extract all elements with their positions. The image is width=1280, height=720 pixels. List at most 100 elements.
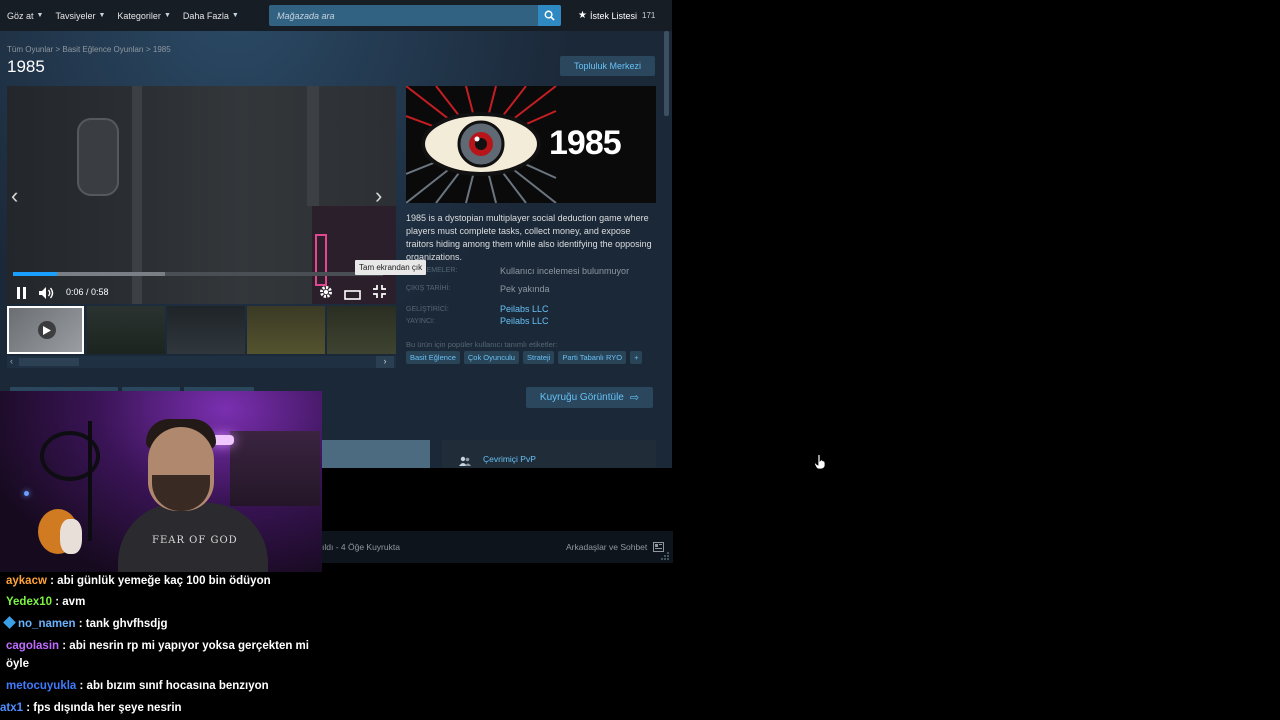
breadcrumb-casual[interactable]: Basit Eğlence Oyunları bbox=[62, 45, 143, 54]
streamer-webcam: FEAR OF GOD bbox=[0, 391, 322, 572]
trailer-video[interactable]: ‹ › 0:06 / 0:58 bbox=[7, 86, 396, 304]
chat-message: metocuyukla : abı bızım sınıf hocasına b… bbox=[6, 680, 269, 692]
community-hub-button[interactable]: Topluluk Merkezi bbox=[560, 56, 655, 76]
screen: Göz at ▼ Tavsiyeler ▼ Kategoriler ▼ Daha Fa… bbox=[0, 0, 1280, 720]
chevron-down-icon: ▼ bbox=[36, 12, 44, 19]
breadcrumb-all-games[interactable]: Tüm Oyunlar bbox=[7, 45, 53, 54]
chat-message: cagolasin : abi nesrin rp mi yapıyor yok… bbox=[6, 640, 309, 670]
resize-grip-icon[interactable] bbox=[660, 551, 670, 561]
chat-message: atx1 : fps dışında her şeye nesrin bbox=[0, 702, 182, 714]
theater-mode-icon[interactable] bbox=[344, 287, 361, 304]
store-search-box bbox=[269, 5, 538, 26]
previous-media-arrow-icon[interactable]: ‹ bbox=[11, 183, 18, 209]
chevron-down-icon: ▼ bbox=[163, 12, 171, 19]
chat-username[interactable]: metocuyukla bbox=[6, 680, 76, 692]
wishlist-link[interactable]: ★ İstek Listesi 171 bbox=[578, 10, 655, 21]
wishlist-count: 171 bbox=[642, 11, 656, 20]
game-capsule-image: 1985 bbox=[406, 86, 656, 203]
thumbnail-screenshot[interactable] bbox=[247, 306, 325, 354]
hand-cursor-icon bbox=[814, 454, 826, 470]
breadcrumb-current[interactable]: 1985 bbox=[153, 45, 171, 54]
video-controls: 0:06 / 0:58 bbox=[7, 282, 396, 302]
play-icon bbox=[38, 321, 56, 339]
tag-party-rpg[interactable]: Parti Tabanlı RYO bbox=[558, 351, 627, 364]
publisher-link[interactable]: Peilabs LLC bbox=[500, 316, 549, 326]
thumbnail-screenshot[interactable] bbox=[87, 306, 165, 354]
store-search-input[interactable] bbox=[277, 10, 538, 21]
thumbnail-scroll-handle[interactable] bbox=[19, 358, 79, 366]
video-scene-car bbox=[77, 118, 119, 196]
view-queue-label: Kuyruğu Görüntüle bbox=[539, 392, 624, 403]
video-scene-wall bbox=[307, 86, 319, 206]
chat-text: avm bbox=[62, 596, 86, 608]
pause-icon[interactable] bbox=[16, 286, 27, 304]
thumbnail-video[interactable] bbox=[7, 306, 84, 354]
friends-chat-label: Arkadaşlar ve Sohbet bbox=[566, 542, 648, 552]
webcam-blue-light bbox=[24, 491, 29, 496]
page-title: 1985 bbox=[7, 57, 45, 76]
friends-chat-button[interactable]: Arkadaşlar ve Sohbet bbox=[566, 542, 665, 552]
feature-online-pvp[interactable]: Çevrimiçi PvP bbox=[483, 454, 536, 464]
chat-message: Yedex10 : avm bbox=[6, 596, 86, 608]
webcam-shelf bbox=[230, 431, 320, 506]
tag-casual[interactable]: Basit Eğlence bbox=[406, 351, 460, 364]
nav-recommendations-label: Tavsiyeler bbox=[55, 10, 96, 21]
video-progress-fill bbox=[13, 272, 58, 276]
thumbnail-scrollbar[interactable]: ‹ › bbox=[7, 356, 396, 368]
chat-username[interactable]: cagolasin bbox=[6, 640, 59, 652]
reviews-value: Kullanıcı incelemesi bulunmuyor bbox=[500, 266, 630, 276]
chat-text: abi günlük yemeğe kaç 100 bin ödüyon bbox=[57, 575, 271, 587]
store-scrollbar[interactable] bbox=[664, 31, 669, 116]
game-description: 1985 is a dystopian multiplayer social d… bbox=[406, 213, 652, 262]
view-queue-button[interactable]: Kuyruğu Görüntüle ⇨ bbox=[526, 387, 653, 408]
fullscreen-tooltip: Tam ekrandan çık bbox=[355, 260, 427, 275]
nav-recommendations[interactable]: Tavsiyeler ▼ bbox=[55, 11, 105, 21]
webcam-toy-figure bbox=[60, 519, 82, 554]
scroll-right-icon[interactable]: › bbox=[376, 356, 394, 368]
search-icon bbox=[544, 10, 555, 21]
developer-link[interactable]: Peilabs LLC bbox=[500, 304, 549, 314]
webcam-mic-arm bbox=[88, 421, 92, 541]
wishlist-label: İstek Listesi bbox=[589, 10, 637, 21]
tag-multiplayer[interactable]: Çok Oyunculu bbox=[463, 351, 519, 364]
nav-more[interactable]: Daha Fazla ▼ bbox=[183, 11, 239, 21]
purchase-area-box bbox=[322, 440, 430, 468]
volume-icon[interactable] bbox=[39, 286, 55, 304]
tag-strategy[interactable]: Strateji bbox=[522, 351, 555, 364]
search-button[interactable] bbox=[538, 5, 561, 26]
nav-more-label: Daha Fazla bbox=[182, 10, 229, 21]
steam-bottom-bar: ıldı - 4 Öğe Kuyrukta Arkadaşlar ve Sohb… bbox=[322, 531, 673, 563]
chat-text: abı bızım sınıf hocasına benzıyon bbox=[86, 680, 269, 692]
chat-message: no_namen : tank ghvfhsdjg bbox=[3, 615, 322, 633]
star-icon: ★ bbox=[578, 10, 587, 21]
nav-browse-label: Göz at bbox=[7, 10, 34, 21]
tag-more-button[interactable]: + bbox=[630, 351, 643, 364]
tag-list: Basit Eğlence Çok Oyunculu Strateji Part… bbox=[406, 351, 643, 364]
chat-username[interactable]: aykacw bbox=[6, 575, 47, 587]
nav-categories-label: Kategoriler bbox=[117, 10, 161, 21]
media-thumbnail-strip bbox=[7, 306, 396, 354]
thumbnail-screenshot[interactable] bbox=[327, 306, 396, 354]
capsule-title: 1985 bbox=[549, 124, 622, 162]
download-queue-status[interactable]: ıldı - 4 Öğe Kuyrukta bbox=[322, 542, 400, 552]
nav-categories[interactable]: Kategoriler ▼ bbox=[117, 11, 170, 21]
exit-fullscreen-icon[interactable] bbox=[373, 285, 386, 303]
users-icon bbox=[459, 453, 471, 468]
chat-username[interactable]: atx1 bbox=[0, 702, 23, 714]
feature-list: Çevrimiçi PvP bbox=[442, 440, 656, 468]
chat-username[interactable]: Yedex10 bbox=[6, 596, 52, 608]
release-date-label: ÇIKIŞ TARİHİ: bbox=[406, 285, 451, 292]
nav-browse[interactable]: Göz at ▼ bbox=[7, 11, 43, 21]
chat-message: aykacw : abi günlük yemeğe kaç 100 bin ö… bbox=[6, 575, 271, 587]
chevron-down-icon: ▼ bbox=[231, 12, 239, 19]
chat-text: fps dışında her şeye nesrin bbox=[33, 702, 182, 714]
gear-icon[interactable] bbox=[319, 285, 333, 304]
developer-label: GELİŞTİRİCİ: bbox=[406, 306, 449, 313]
chat-username[interactable]: no_namen bbox=[18, 618, 76, 630]
chevron-down-icon: ▼ bbox=[98, 12, 106, 19]
arrow-right-icon: ⇨ bbox=[629, 392, 640, 404]
scroll-left-icon[interactable]: ‹ bbox=[10, 356, 13, 366]
video-progress-bar[interactable] bbox=[13, 272, 383, 276]
thumbnail-screenshot[interactable] bbox=[167, 306, 245, 354]
next-media-arrow-icon[interactable]: › bbox=[375, 183, 382, 209]
